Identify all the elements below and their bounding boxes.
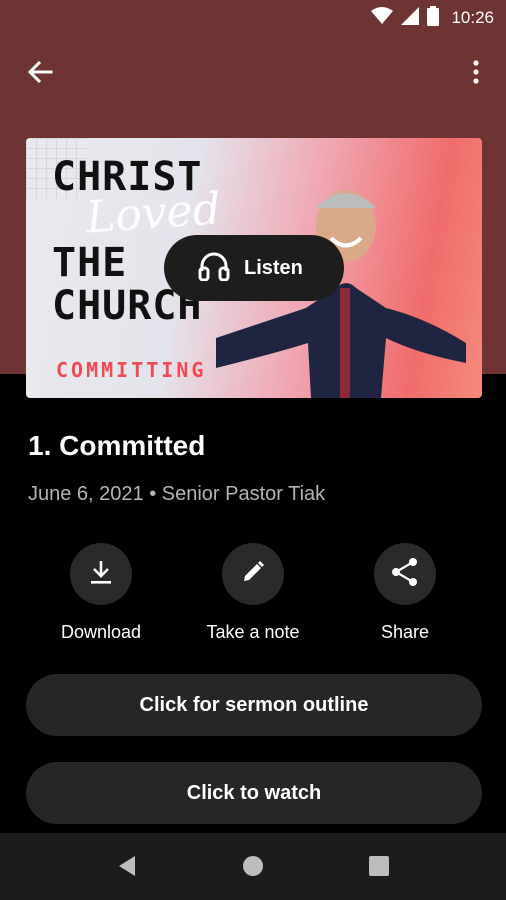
arrow-back-icon xyxy=(27,60,53,89)
more-vert-icon xyxy=(473,59,479,89)
download-icon xyxy=(89,559,113,590)
pencil-icon xyxy=(241,560,265,589)
signal-icon xyxy=(401,6,420,30)
sermon-outline-button[interactable]: Click for sermon outline xyxy=(26,674,482,736)
action-row: Download Take a note Share xyxy=(0,543,506,653)
download-label: Download xyxy=(60,622,142,642)
headphones-icon xyxy=(198,251,230,286)
nav-home-button[interactable] xyxy=(238,853,268,883)
watch-button[interactable]: Click to watch xyxy=(26,762,482,824)
status-bar: 10:26 xyxy=(0,0,506,37)
nav-recents-button[interactable] xyxy=(364,853,394,883)
square-recents-icon xyxy=(369,855,389,881)
artwork-subtitle: COMMITTING xyxy=(56,358,207,382)
nav-back-button[interactable] xyxy=(112,853,142,883)
more-options-button[interactable] xyxy=(464,59,488,89)
take-note-circle[interactable] xyxy=(222,543,284,605)
take-note-label: Take a note xyxy=(206,622,300,642)
listen-button[interactable]: Listen xyxy=(164,235,344,301)
share-circle[interactable] xyxy=(374,543,436,605)
battery-icon xyxy=(427,5,440,31)
triangle-back-icon xyxy=(117,855,137,882)
sermon-title: 1. Committed xyxy=(28,430,206,461)
system-nav-bar xyxy=(0,833,506,900)
sermon-meta: June 6, 2021 • Senior Pastor Tiak xyxy=(28,483,326,505)
status-time: 10:26 xyxy=(451,8,494,27)
share-button[interactable]: Share xyxy=(330,543,480,643)
download-button[interactable]: Download xyxy=(26,543,176,643)
take-note-button[interactable]: Take a note xyxy=(178,543,328,643)
share-label: Share xyxy=(380,622,430,642)
share-icon xyxy=(391,557,419,592)
listen-label: Listen xyxy=(244,256,303,279)
back-button[interactable] xyxy=(22,59,58,89)
status-icons: 10:26 xyxy=(371,5,494,31)
circle-home-icon xyxy=(242,855,264,882)
wifi-icon xyxy=(371,6,394,30)
download-circle[interactable] xyxy=(70,543,132,605)
